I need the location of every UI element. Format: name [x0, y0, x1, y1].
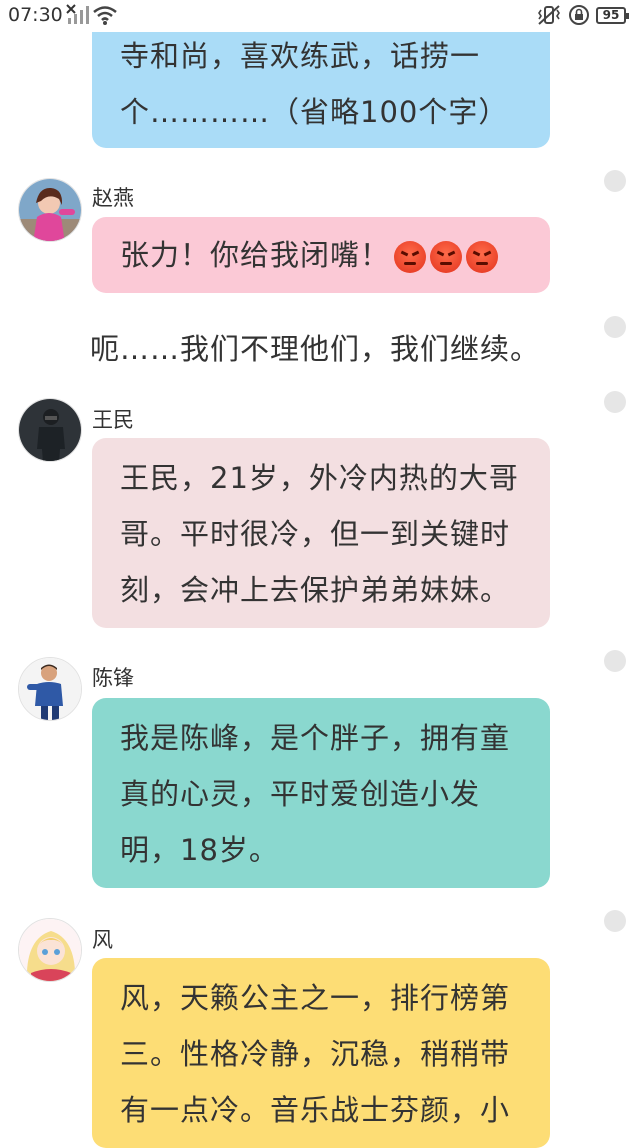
message-bubble[interactable]: 张力！你给我闭嘴！: [92, 217, 550, 293]
select-dot[interactable]: [604, 391, 626, 413]
message-text: 张力！你给我闭嘴！: [120, 238, 391, 272]
sender-name: 风: [92, 928, 113, 952]
rotation-lock-icon: [569, 5, 589, 25]
message-line: 我是陈峰，是个胖子，拥有童: [120, 721, 511, 755]
message-line: 有一点冷。音乐战士芬颜，小: [120, 1093, 511, 1127]
signal-off-icon: [66, 4, 89, 24]
message-line: 真的心灵，平时爱创造小发: [120, 777, 481, 811]
vibrate-icon: [538, 5, 560, 25]
status-bar: 07:30 95: [0, 0, 640, 32]
message-bubble[interactable]: 王民，21岁，外冷内热的大哥 哥。平时很冷，但一到关键时 刻，会冲上去保护弟弟妹…: [92, 438, 550, 628]
battery-level: 95: [602, 8, 620, 22]
narration-text: 呃……我们不理他们，我们继续。: [90, 332, 541, 366]
message-line: 王民，21岁，外冷内热的大哥: [120, 461, 519, 495]
message-bubble[interactable]: 我是陈峰，是个胖子，拥有童 真的心灵，平时爱创造小发 明，18岁。: [92, 698, 550, 888]
select-dot[interactable]: [604, 316, 626, 338]
select-dot[interactable]: [604, 910, 626, 932]
message-line: 个…………（省略100个字）: [120, 95, 509, 129]
avatar-chen-feng[interactable]: [18, 657, 82, 721]
angry-face-icon: [394, 241, 427, 273]
message-line: 寺和尚，喜欢练武，话捞一: [120, 39, 481, 73]
message-line: 明，18岁。: [120, 833, 279, 867]
angry-face-icon: [430, 241, 463, 273]
sender-name: 陈锋: [92, 666, 134, 690]
select-dot[interactable]: [604, 170, 626, 192]
sender-name: 王民: [92, 408, 134, 432]
wifi-icon: [93, 6, 117, 25]
sender-name: 赵燕: [92, 186, 134, 210]
message-bubble[interactable]: 寺和尚，喜欢练武，话捞一 个…………（省略100个字）: [92, 14, 550, 148]
message-line: 三。性格冷静，沉稳，稍稍带: [120, 1037, 511, 1071]
message-line: 哥。平时很冷，但一到关键时: [120, 517, 511, 551]
avatar-feng[interactable]: [18, 918, 82, 982]
status-time: 07:30: [8, 4, 63, 26]
avatar-zhao-yan[interactable]: [18, 178, 82, 242]
message-line: 刻，会冲上去保护弟弟妹妹。: [120, 573, 511, 607]
select-dot[interactable]: [604, 650, 626, 672]
avatar-wang-min[interactable]: [18, 398, 82, 462]
battery-indicator: 95: [596, 7, 629, 24]
message-line: 风，天籁公主之一，排行榜第: [120, 981, 511, 1015]
message-bubble[interactable]: 风，天籁公主之一，排行榜第 三。性格冷静，沉稳，稍稍带 有一点冷。音乐战士芬颜，…: [92, 958, 550, 1148]
angry-face-icon: [466, 241, 499, 273]
